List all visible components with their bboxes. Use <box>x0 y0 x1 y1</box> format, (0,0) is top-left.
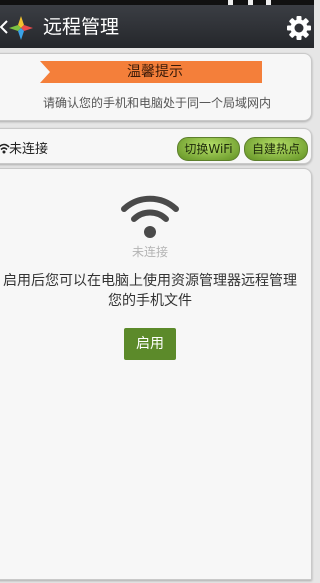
connection-status: 未连接 <box>9 142 49 157</box>
page-title: 远程管理 <box>43 16 120 38</box>
switch-wifi-button[interactable]: 切换WiFi <box>177 137 240 161</box>
title-bar: 远程管理 <box>0 5 314 48</box>
description-text: 启用后您可以在电脑上使用资源管理器远程管理您的手机文件 <box>3 273 297 309</box>
tip-banner: 温馨提示 <box>40 61 262 83</box>
create-hotspot-button[interactable]: 自建热点 <box>244 137 308 161</box>
tip-banner-label: 温馨提示 <box>127 64 183 80</box>
main-status-text: 未连接 <box>131 245 168 259</box>
app-logo-icon <box>9 16 33 40</box>
tip-message: 请确认您的手机和电脑处于同一个局域网内 <box>42 96 271 110</box>
enable-button[interactable]: 启用 <box>124 328 176 360</box>
back-icon[interactable] <box>0 19 8 35</box>
gear-icon[interactable] <box>286 15 312 41</box>
wifi-status-icon <box>121 195 179 238</box>
